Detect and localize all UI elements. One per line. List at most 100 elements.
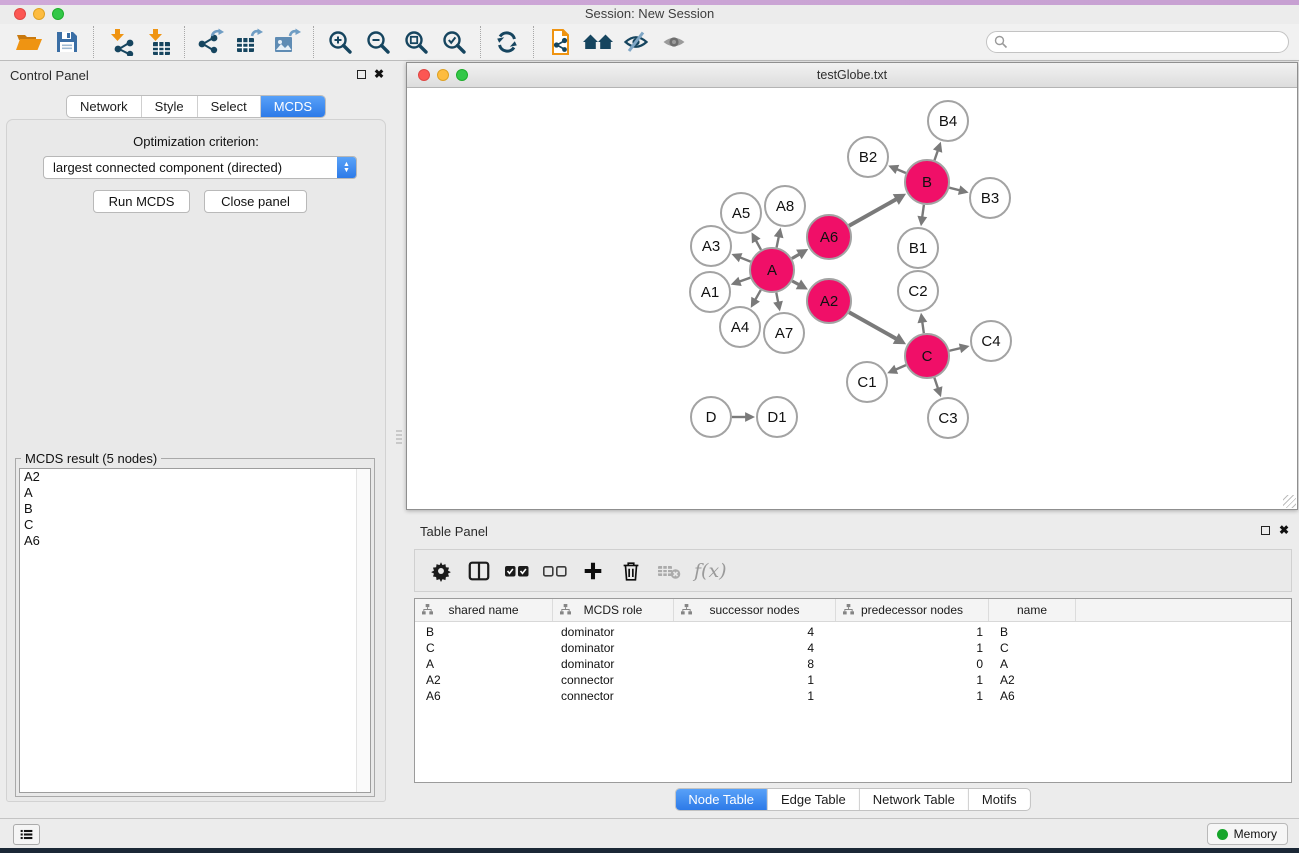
- table-cell[interactable]: 1: [674, 689, 836, 703]
- export-network-icon[interactable]: [192, 26, 230, 58]
- settings-gear-icon[interactable]: [428, 557, 454, 585]
- network-view-window: testGlobe.txt B4B2BB3A8A5A6A3B1AC2A1A2A4…: [406, 62, 1298, 510]
- search-input[interactable]: [1008, 33, 1288, 51]
- graph-edge-A2-C[interactable]: [849, 312, 897, 339]
- mcds-result-item[interactable]: A2: [20, 469, 370, 485]
- column-header-successor-nodes[interactable]: successor nodes: [674, 599, 836, 621]
- float-panel-icon[interactable]: [357, 70, 366, 79]
- table-cell[interactable]: A: [415, 657, 553, 671]
- table-row[interactable]: Cdominator41C: [415, 640, 1291, 656]
- window-resize-grip[interactable]: [1283, 495, 1296, 508]
- table-cell[interactable]: A2: [989, 673, 1076, 687]
- graph-edge-B-B1[interactable]: [922, 205, 924, 219]
- mcds-result-item[interactable]: B: [20, 501, 370, 517]
- column-header-name[interactable]: name: [989, 599, 1076, 621]
- panel-splitter-grip[interactable]: [396, 430, 402, 444]
- table-cell[interactable]: C: [415, 641, 553, 655]
- add-column-icon[interactable]: [580, 557, 606, 585]
- refresh-layout-icon[interactable]: [488, 26, 526, 58]
- import-table-icon[interactable]: [139, 26, 177, 58]
- export-image-icon[interactable]: [268, 26, 306, 58]
- mcds-result-item[interactable]: A: [20, 485, 370, 501]
- memory-button[interactable]: Memory: [1207, 823, 1288, 845]
- delete-column-trash-icon[interactable]: [618, 557, 644, 585]
- table-cell[interactable]: A2: [415, 673, 553, 687]
- tab-network-table[interactable]: Network Table: [860, 789, 969, 810]
- zoom-fit-icon[interactable]: [397, 26, 435, 58]
- table-cell[interactable]: 1: [836, 673, 989, 687]
- table-cell[interactable]: A: [989, 657, 1076, 671]
- tab-select[interactable]: Select: [198, 96, 261, 117]
- task-history-list-icon[interactable]: [13, 824, 40, 845]
- column-header-shared-name[interactable]: shared name: [415, 599, 553, 621]
- run-mcds-button[interactable]: Run MCDS: [93, 190, 190, 213]
- table-cell[interactable]: 8: [674, 657, 836, 671]
- table-cell[interactable]: dominator: [553, 625, 674, 639]
- deselect-all-checks-icon[interactable]: [542, 557, 568, 585]
- table-cell[interactable]: 0: [836, 657, 989, 671]
- table-cell[interactable]: A6: [989, 689, 1076, 703]
- new-network-from-selection-icon[interactable]: [541, 26, 579, 58]
- zoom-in-icon[interactable]: [321, 26, 359, 58]
- table-cell[interactable]: B: [415, 625, 553, 639]
- open-folder-icon[interactable]: [10, 26, 48, 58]
- table-cell[interactable]: B: [989, 625, 1076, 639]
- column-header-predecessor-nodes[interactable]: predecessor nodes: [836, 599, 989, 621]
- tab-mcds[interactable]: MCDS: [261, 96, 325, 117]
- table-cell[interactable]: A6: [415, 689, 553, 703]
- table-cell[interactable]: C: [989, 641, 1076, 655]
- table-row[interactable]: Bdominator41B: [415, 624, 1291, 640]
- tab-motifs[interactable]: Motifs: [969, 789, 1030, 810]
- home-view-icon[interactable]: [579, 26, 617, 58]
- float-table-panel-icon[interactable]: [1261, 526, 1270, 535]
- delete-table-icon[interactable]: [656, 557, 682, 585]
- table-cell[interactable]: connector: [553, 689, 674, 703]
- graph-node-label: A: [767, 262, 777, 279]
- tab-edge-table[interactable]: Edge Table: [768, 789, 860, 810]
- table-cell[interactable]: 1: [836, 625, 989, 639]
- export-table-icon[interactable]: [230, 26, 268, 58]
- table-row[interactable]: A6connector11A6: [415, 688, 1291, 704]
- column-header-mcds-role[interactable]: MCDS role: [553, 599, 674, 621]
- table-cell[interactable]: connector: [553, 673, 674, 687]
- table-cell[interactable]: 1: [674, 673, 836, 687]
- tab-network[interactable]: Network: [67, 96, 142, 117]
- graph-node-label: C2: [908, 283, 927, 300]
- close-panel-icon[interactable]: ✖: [374, 67, 384, 81]
- mcds-result-item[interactable]: A6: [20, 533, 370, 549]
- network-minimize-button[interactable]: [437, 69, 449, 81]
- tab-style[interactable]: Style: [142, 96, 198, 117]
- network-close-button[interactable]: [418, 69, 430, 81]
- import-network-icon[interactable]: [101, 26, 139, 58]
- table-cell[interactable]: dominator: [553, 657, 674, 671]
- zoom-selected-icon[interactable]: [435, 26, 473, 58]
- function-builder-icon[interactable]: f(x): [694, 560, 727, 582]
- table-cell[interactable]: 1: [836, 689, 989, 703]
- mcds-result-item[interactable]: C: [20, 517, 370, 533]
- show-hidden-eye-icon[interactable]: [655, 26, 693, 58]
- zoom-out-icon[interactable]: [359, 26, 397, 58]
- column-type-icon: [560, 604, 571, 615]
- save-icon[interactable]: [48, 26, 86, 58]
- table-cell[interactable]: 1: [836, 641, 989, 655]
- network-maximize-button[interactable]: [456, 69, 468, 81]
- table-cell[interactable]: dominator: [553, 641, 674, 655]
- main-toolbar: [0, 24, 1299, 61]
- toggle-graphics-details-icon[interactable]: [617, 26, 655, 58]
- table-cell[interactable]: 4: [674, 641, 836, 655]
- table-cell[interactable]: 4: [674, 625, 836, 639]
- network-window-titlebar[interactable]: testGlobe.txt: [407, 63, 1297, 88]
- mcds-list-scrollbar[interactable]: [356, 469, 370, 792]
- optimization-criterion-dropdown[interactable]: largest connected component (directed) ▲…: [43, 156, 357, 179]
- close-panel-button[interactable]: Close panel: [204, 190, 307, 213]
- mcds-result-title: MCDS result (5 nodes): [21, 451, 161, 466]
- select-all-checks-icon[interactable]: [504, 557, 530, 585]
- graph-edge-A6-B[interactable]: [849, 199, 897, 226]
- table-panel-title: Table Panel: [420, 524, 488, 539]
- table-row[interactable]: A2connector11A2: [415, 672, 1291, 688]
- tab-node-table[interactable]: Node Table: [675, 789, 768, 810]
- split-columns-icon[interactable]: [466, 557, 492, 585]
- network-canvas[interactable]: B4B2BB3A8A5A6A3B1AC2A1A2A4A7C4CC1C3DD1: [407, 88, 1297, 509]
- close-table-panel-icon[interactable]: ✖: [1279, 523, 1289, 537]
- table-row[interactable]: Adominator80A: [415, 656, 1291, 672]
